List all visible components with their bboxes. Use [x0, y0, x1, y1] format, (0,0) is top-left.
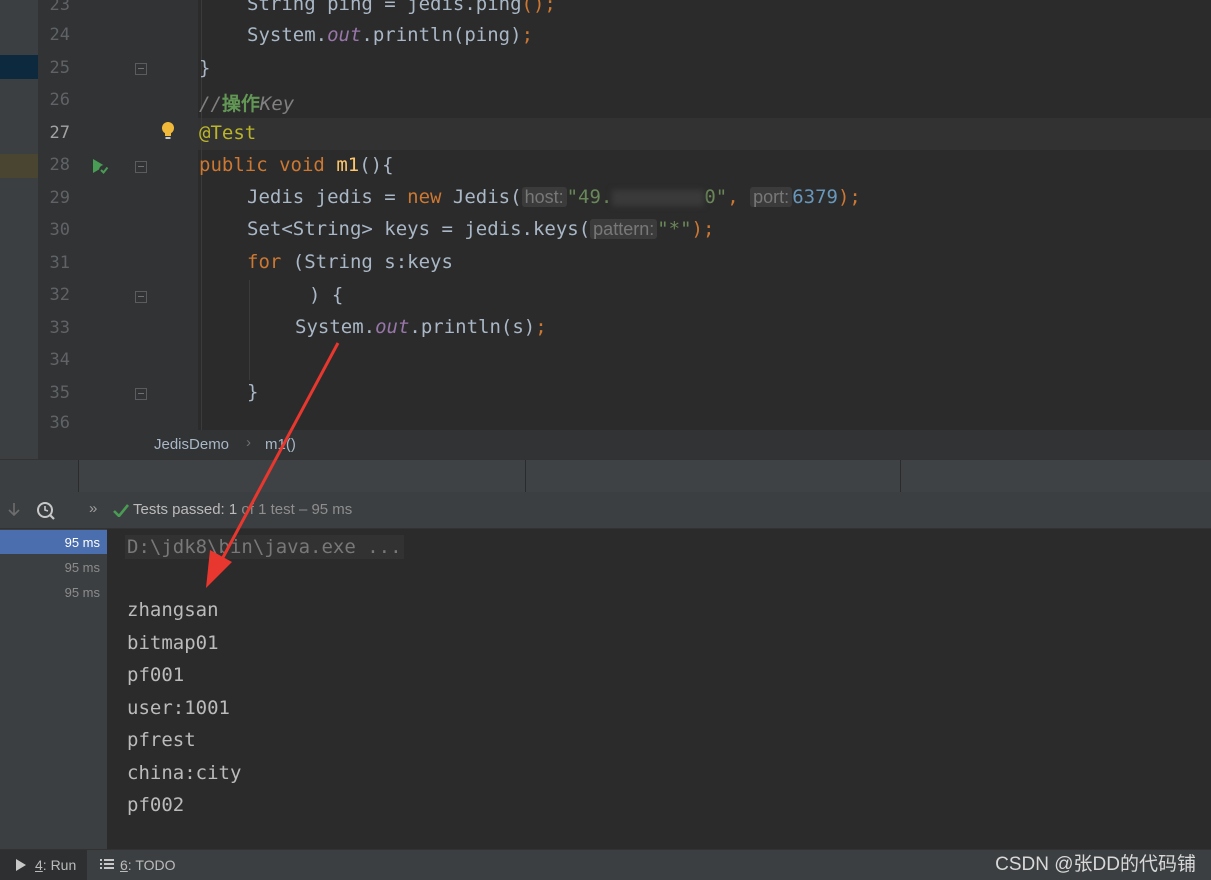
code-line-27: @Test	[199, 122, 257, 144]
code-editor[interactable]: 23 24 25 26 27 28 29 30 31 32 33 34 35 3…	[0, 0, 1211, 430]
line-number: 35	[49, 383, 70, 403]
fold-marker-icon[interactable]	[135, 388, 147, 400]
param-hint-pattern: pattern:	[590, 219, 658, 239]
console-output[interactable]: D:\jdk8\bin\java.exe ... zhangsan bitmap…	[107, 529, 1211, 849]
left-tool-strip	[0, 430, 38, 459]
console-output-line: zhangsan	[127, 599, 219, 621]
test-tree-row[interactable]: 95 ms	[0, 580, 107, 604]
lightbulb-icon[interactable]	[161, 121, 175, 141]
line-number: 32	[49, 285, 70, 305]
console-output-line: pfrest	[127, 729, 196, 751]
tab-divider	[900, 460, 901, 493]
breadcrumb-method[interactable]: m1()	[265, 436, 296, 453]
code-line-29: Jedis jedis = new Jedis(host: "49. 0", por…	[247, 186, 861, 208]
line-number: 33	[49, 318, 70, 338]
history-clock-icon[interactable]	[36, 501, 56, 521]
test-tree-row[interactable]: 95 ms	[0, 530, 107, 554]
run-test-icon[interactable]	[90, 156, 110, 176]
redacted-ip	[612, 189, 705, 206]
code-line-32: ) {	[309, 284, 344, 306]
test-tree-row[interactable]: 95 ms	[0, 555, 107, 579]
tool-window-tab-area[interactable]	[78, 460, 1211, 493]
test-results-tree[interactable]: 95 ms 95 ms 95 ms	[0, 529, 107, 849]
console-output-line: pf001	[127, 664, 185, 686]
line-number: 30	[49, 220, 70, 240]
console-output-line: pf002	[127, 794, 185, 816]
code-line-31: for (String s:keys	[247, 251, 453, 273]
run-play-icon	[16, 859, 26, 871]
code-line-35: }	[247, 381, 259, 403]
tab-divider	[525, 460, 526, 493]
console-command-line[interactable]: D:\jdk8\bin\java.exe ...	[125, 535, 404, 559]
line-number: 24	[49, 25, 70, 45]
more-actions-icon[interactable]: »	[89, 500, 97, 517]
run-tool-tab[interactable]: 4: Run	[0, 850, 87, 880]
line-number: 31	[49, 253, 70, 273]
fold-marker-icon[interactable]	[135, 63, 147, 75]
code-line-30: Set<String> keys = jedis.keys(pattern: "*…	[247, 218, 715, 240]
line-number: 36	[49, 413, 70, 430]
line-number: 29	[49, 188, 70, 208]
todo-list-icon	[100, 859, 114, 869]
code-line-33: System.out.println(s);	[295, 316, 547, 338]
code-line-25: }	[199, 57, 211, 79]
tool-window-tab-strip	[0, 459, 1211, 493]
code-line-23: String ping = jedis.ping();	[247, 0, 556, 15]
left-strip-marker	[0, 154, 38, 178]
line-number: 28	[49, 155, 70, 175]
param-hint-host: host:	[521, 187, 567, 207]
line-number: 34	[49, 350, 70, 370]
line-number: 27	[49, 123, 70, 143]
indent-guide	[249, 280, 250, 380]
console-output-line: china:city	[127, 762, 242, 784]
console-output-line: bitmap01	[127, 632, 219, 654]
left-strip-marker	[0, 55, 38, 79]
current-line-highlight	[198, 118, 1211, 150]
console-output-line: user:1001	[127, 697, 230, 719]
todo-tool-tab[interactable]: 6: TODO	[100, 850, 190, 880]
param-hint-port: port:	[750, 187, 793, 207]
breadcrumb: JedisDemo › m1()	[0, 430, 1211, 459]
breadcrumb-class[interactable]: JedisDemo	[154, 436, 229, 453]
test-toolbar: » Tests passed: 1 of 1 test – 95 ms	[0, 492, 1211, 529]
fold-marker-icon[interactable]	[135, 291, 147, 303]
line-number: 23	[49, 0, 70, 15]
fold-marker-icon[interactable]	[135, 161, 147, 173]
test-status-text: Tests passed: 1 of 1 test – 95 ms	[133, 501, 353, 518]
line-number: 25	[49, 58, 70, 78]
watermark: CSDN @张DD的代码铺	[995, 854, 1196, 875]
breadcrumb-separator: ›	[246, 434, 251, 451]
check-icon	[113, 504, 129, 517]
code-line-28: public void m1(){	[199, 154, 394, 176]
line-number: 26	[49, 90, 70, 110]
code-line-24: System.out.println(ping);	[247, 24, 534, 46]
tab-divider	[78, 460, 79, 493]
bottom-tool-bar: 4: Run 6: TODO CSDN @张DD的代码铺	[0, 849, 1211, 880]
scroll-down-icon[interactable]	[7, 502, 21, 518]
code-line-26: //操作Key	[199, 93, 295, 115]
